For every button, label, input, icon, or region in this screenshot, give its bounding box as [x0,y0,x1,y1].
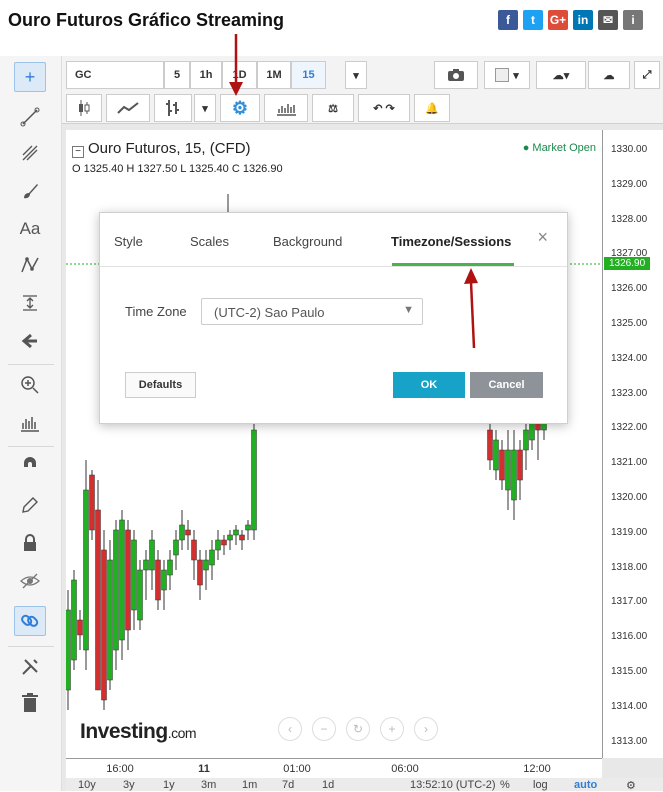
arrow-to-tab [469,281,476,349]
annotation-arrows [229,34,478,349]
arrow-head-settings [229,82,243,96]
arrow-head-tab [464,268,478,284]
